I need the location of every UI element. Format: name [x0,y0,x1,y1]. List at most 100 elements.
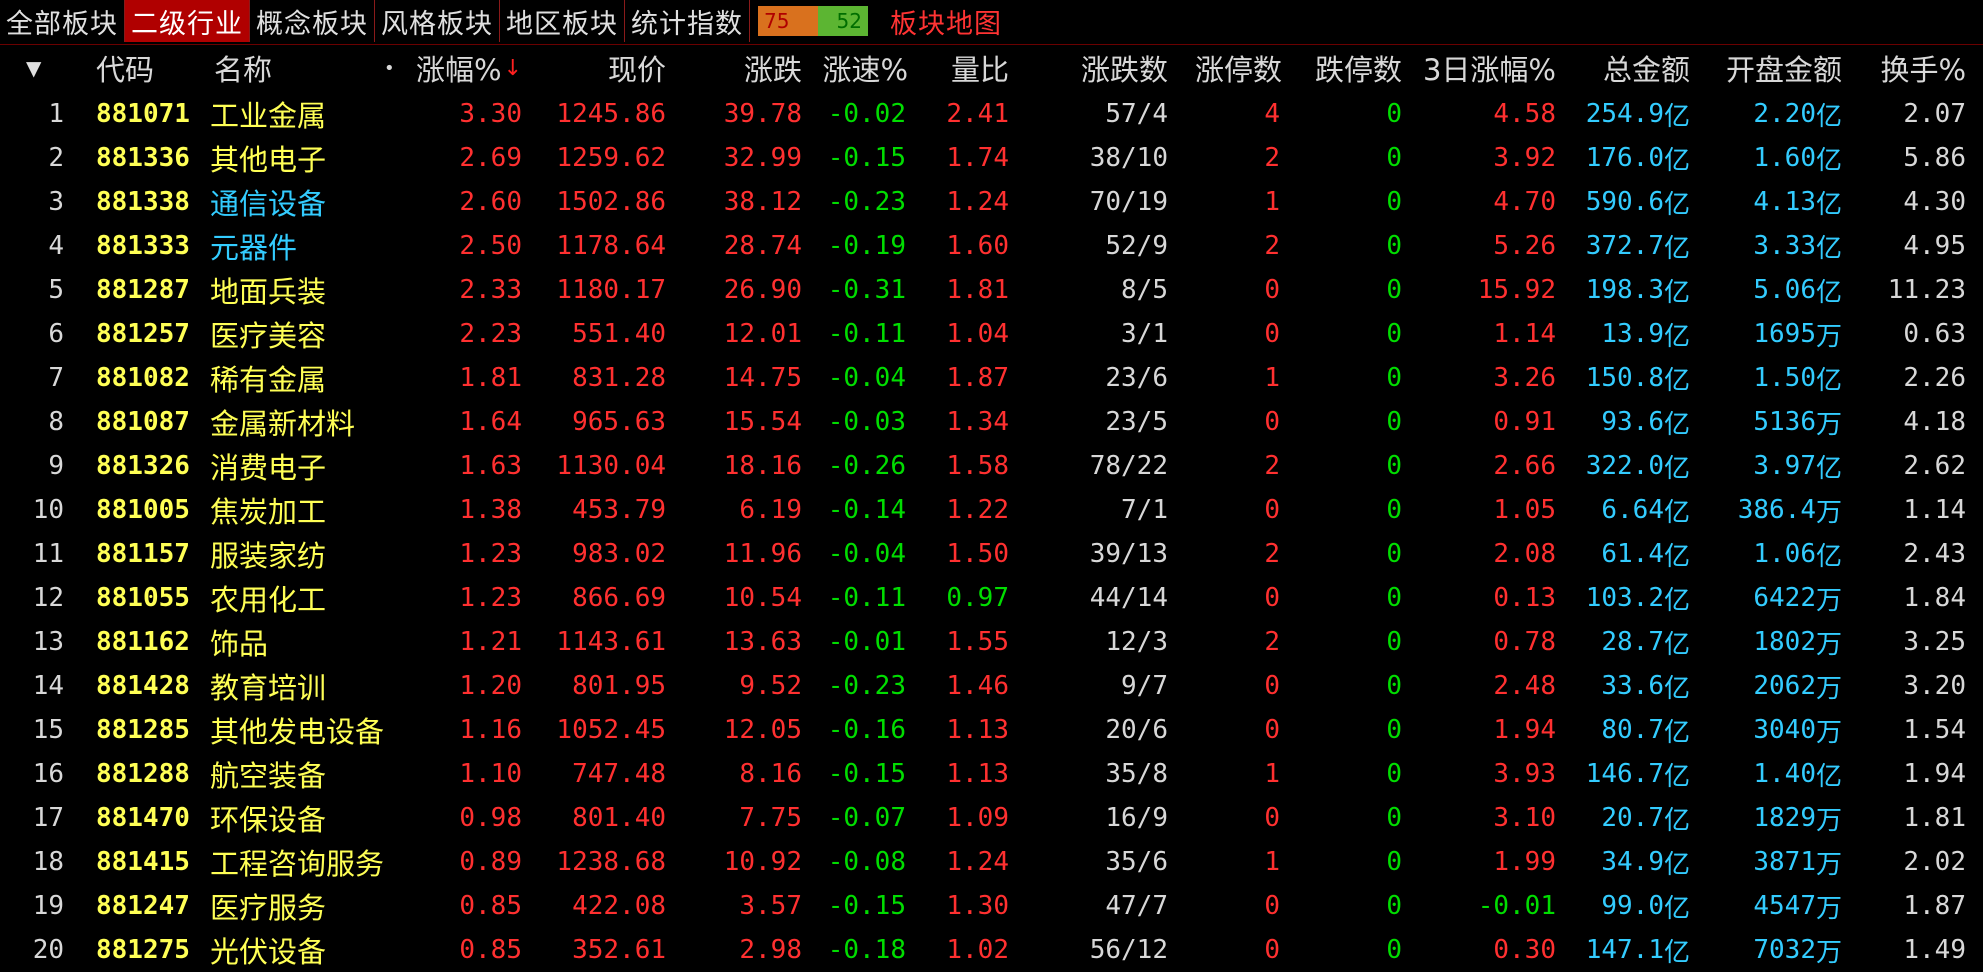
total-amount-unit: 亿 [1663,761,1690,792]
open-amount-value: 7032 [1753,935,1816,965]
total-amount-value: 590.6 [1585,187,1664,217]
open-amount: 3.33 亿 [1710,224,1842,268]
header-limit-down-count[interactable]: 跌停数 [1290,46,1402,90]
row-index: 13 [32,627,64,657]
three-day-change: 0.13 [1493,583,1556,613]
sector-code: 881071 [96,99,190,129]
turnover-rate: 5.86 [1903,143,1966,173]
sector-code: 881275 [96,935,190,965]
table-row[interactable]: 15 881285 其他发电设备 1.16 1052.45 12.05 -0.16 1.13 2… [0,708,1983,752]
open-amount: 1829 万 [1710,796,1842,840]
table-row[interactable]: 3 881338 通信设备 2.60 1502.86 38.12 -0.23 1.24 70/1… [0,180,1983,224]
three-day-change: -0.01 [1477,891,1556,921]
turnover-rate: 2.07 [1903,99,1966,129]
turnover-rate: 1.94 [1903,759,1966,789]
volume-ratio: 1.74 [946,143,1009,173]
limit-down-count: 0 [1386,759,1402,789]
open-amount: 3871 万 [1710,840,1842,884]
table-row[interactable]: 8 881087 金属新材料 1.64 965.63 15.54 -0.03 1.34 23/5… [0,400,1983,444]
header-code[interactable]: 代码 [96,46,186,90]
tab-statistical-indices[interactable]: 统计指数 [625,0,750,42]
pct-change: 1.63 [459,451,522,481]
up-down-count: 35/6 [1105,847,1168,877]
header-name[interactable]: 名称 [214,46,304,90]
row-index: 3 [48,187,64,217]
limit-up-count: 2 [1264,627,1280,657]
change-speed: -0.03 [827,407,906,437]
pct-change: 1.23 [459,539,522,569]
total-amount-value: 198.3 [1585,275,1664,305]
table-row[interactable]: 4 881333 元器件 2.50 1178.64 28.74 -0.19 1.60 52/9 2… [0,224,1983,268]
up-down-count: 52/9 [1105,231,1168,261]
table-row[interactable]: 1 881071 工业金属 3.30 1245.86 39.78 -0.02 2.41 57/4… [0,92,1983,136]
up-down-count: 16/9 [1105,803,1168,833]
header-open-amount[interactable]: 开盘金额 [1700,46,1842,90]
header-price[interactable]: 现价 [540,46,666,90]
table-row[interactable]: 5 881287 地面兵装 2.33 1180.17 26.90 -0.31 1.81 8/5 0… [0,268,1983,312]
row-index: 16 [32,759,64,789]
price-change: 12.01 [723,319,802,349]
header-turnover[interactable]: 换手% [1860,46,1966,90]
table-row[interactable]: 12 881055 农用化工 1.23 866.69 10.54 -0.11 0.97 44/1… [0,576,1983,620]
sector-map-link[interactable]: 板块地图 [876,0,1016,42]
sector-code: 881326 [96,451,190,481]
table-row[interactable]: 9 881326 消费电子 1.63 1130.04 18.16 -0.26 1.58 78/2… [0,444,1983,488]
table-row[interactable]: 14 881428 教育培训 1.20 801.95 9.52 -0.23 1.46 9/7 0 0… [0,664,1983,708]
header-up-down-count[interactable]: 涨跌数 [1040,46,1168,90]
header-speed[interactable]: 涨速% [800,46,908,90]
header-3day-change[interactable]: 3日涨幅% [1410,46,1556,90]
header-total-amount[interactable]: 总金额 [1570,46,1690,90]
open-amount-value: 5.06 [1753,275,1816,305]
column-menu-dropdown-icon[interactable]: ▼ [26,46,56,90]
tab-all-sectors[interactable]: 全部板块 [0,0,125,42]
price-change: 26.90 [723,275,802,305]
sector-code: 881087 [96,407,190,437]
table-row[interactable]: 11 881157 服装家纺 1.23 983.02 11.96 -0.04 1.50 39/1… [0,532,1983,576]
table-row[interactable]: 7 881082 稀有金属 1.81 831.28 14.75 -0.04 1.87 23/6 1… [0,356,1983,400]
advance-decline-bar: 75 52 [750,0,876,42]
turnover-rate: 2.43 [1903,539,1966,569]
table-header: ▼ 代码 名称 • 涨幅% ↓ 现价 涨跌 涨速% 量比 涨跌数 涨停数 跌停数 … [0,46,1983,90]
limit-down-count: 0 [1386,495,1402,525]
pct-change: 0.85 [459,891,522,921]
three-day-change: 2.66 [1493,451,1556,481]
header-pct-change[interactable]: 涨幅% ↓ [410,46,522,90]
table-row[interactable]: 17 881470 环保设备 0.98 801.40 7.75 -0.07 1.09 16/9 0… [0,796,1983,840]
limit-up-count: 0 [1264,583,1280,613]
three-day-change: 2.48 [1493,671,1556,701]
up-down-count: 12/3 [1105,627,1168,657]
three-day-change: 2.08 [1493,539,1556,569]
tab-level2-industry[interactable]: 二级行业 [125,0,250,42]
pct-change: 1.20 [459,671,522,701]
tab-concept-sectors[interactable]: 概念板块 [250,0,375,42]
table-row[interactable]: 19 881247 医疗服务 0.85 422.08 3.57 -0.15 1.30 47/7 0… [0,884,1983,928]
tab-region-sectors[interactable]: 地区板块 [500,0,625,42]
volume-ratio: 1.13 [946,715,1009,745]
table-row[interactable]: 10 881005 焦炭加工 1.38 453.79 6.19 -0.14 1.22 7/1 0 0… [0,488,1983,532]
table-row[interactable]: 13 881162 饰品 1.21 1143.61 13.63 -0.01 1.55 12/3 2… [0,620,1983,664]
open-amount-value: 1.60 [1753,143,1816,173]
row-index: 17 [32,803,64,833]
sector-code: 881415 [96,847,190,877]
table-row[interactable]: 20 881275 光伏设备 0.85 352.61 2.98 -0.18 1.02 56/12… [0,928,1983,972]
header-limit-up-count[interactable]: 涨停数 [1170,46,1282,90]
total-amount-unit: 亿 [1663,541,1690,572]
open-amount: 386.4 万 [1710,488,1842,532]
up-down-count: 9/7 [1121,671,1168,701]
table-row[interactable]: 6 881257 医疗美容 2.23 551.40 12.01 -0.11 1.04 3/1 0 0… [0,312,1983,356]
limit-up-count: 2 [1264,451,1280,481]
limit-down-count: 0 [1386,319,1402,349]
turnover-rate: 4.18 [1903,407,1966,437]
volume-ratio: 1.24 [946,847,1009,877]
up-down-count: 38/10 [1089,143,1168,173]
volume-ratio: 1.55 [946,627,1009,657]
tab-style-sectors[interactable]: 风格板块 [375,0,500,42]
header-change[interactable]: 涨跌 [690,46,802,90]
header-volume-ratio[interactable]: 量比 [925,46,1009,90]
open-amount-unit: 万 [1815,321,1842,352]
limit-down-count: 0 [1386,891,1402,921]
volume-ratio: 1.02 [946,935,1009,965]
table-row[interactable]: 18 881415 工程咨询服务 0.89 1238.68 10.92 -0.08 1.24 3… [0,840,1983,884]
table-row[interactable]: 16 881288 航空装备 1.10 747.48 8.16 -0.15 1.13 35/8 1… [0,752,1983,796]
table-row[interactable]: 2 881336 其他电子 2.69 1259.62 32.99 -0.15 1.74 38/1… [0,136,1983,180]
